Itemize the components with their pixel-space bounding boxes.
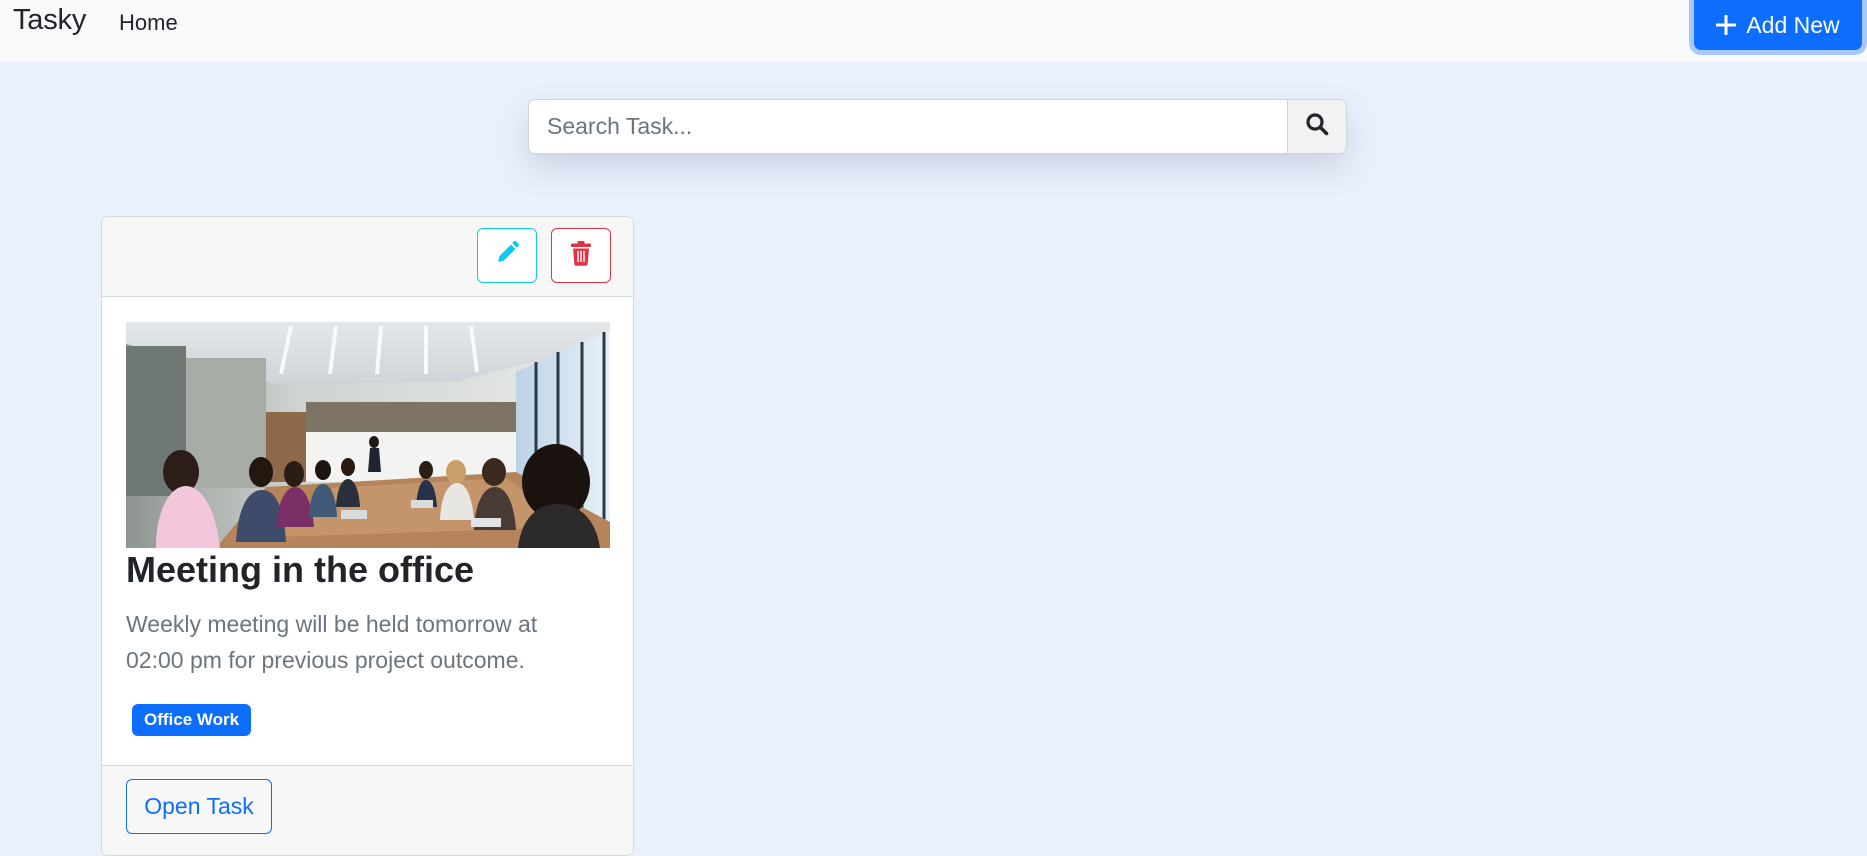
search-bar [528,99,1347,154]
add-new-label: Add New [1746,11,1840,38]
task-category-badge: Office Work [132,704,252,736]
search-input[interactable] [528,99,1287,154]
plus-icon [1716,15,1737,35]
delete-task-button[interactable] [551,228,611,283]
search-button[interactable] [1287,99,1347,154]
brand-logo[interactable]: Tasky [13,4,86,37]
search-icon [1305,112,1329,141]
edit-task-button[interactable] [477,228,537,283]
task-title: Meeting in the office [126,549,475,590]
open-task-button[interactable]: Open Task [126,779,272,834]
card-footer: Open Task [102,765,633,855]
task-description: Weekly meeting will be held tomorrow at … [126,611,538,673]
pencil-icon [494,240,520,271]
trash-icon [569,240,593,271]
task-card: Meeting in the office Weekly meeting wil… [101,216,634,856]
navbar: Tasky Home Add New [0,0,1867,62]
task-image [126,322,610,548]
nav-link-home[interactable]: Home [119,10,178,36]
add-new-button[interactable]: Add New [1694,0,1862,50]
card-header [102,217,633,297]
